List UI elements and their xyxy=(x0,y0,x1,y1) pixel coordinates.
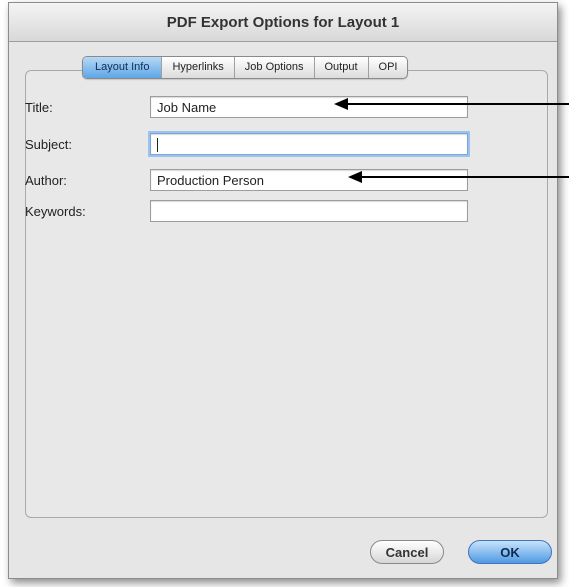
arrow-head-icon xyxy=(334,98,348,110)
annotation-arrow-author xyxy=(348,171,569,183)
ok-button[interactable]: OK xyxy=(468,540,552,564)
tab-output[interactable]: Output xyxy=(315,57,369,78)
keywords-field[interactable] xyxy=(150,200,468,222)
text-cursor xyxy=(157,138,158,152)
window-title: PDF Export Options for Layout 1 xyxy=(166,14,400,31)
tab-layout-info[interactable]: Layout Info xyxy=(83,57,163,78)
cancel-button[interactable]: Cancel xyxy=(370,540,444,564)
arrow-head-icon xyxy=(348,171,362,183)
tab-opi[interactable]: OPI xyxy=(369,57,408,78)
author-label: Author: xyxy=(25,173,67,188)
keywords-label: Keywords: xyxy=(25,204,86,219)
tab-bar: Layout Info Hyperlinks Job Options Outpu… xyxy=(82,56,409,79)
title-field[interactable]: Job Name xyxy=(150,96,468,118)
author-field[interactable]: Production Person xyxy=(150,169,468,191)
title-bar[interactable]: PDF Export Options for Layout 1 xyxy=(9,3,557,42)
subject-label: Subject: xyxy=(25,137,72,152)
pdf-export-dialog: PDF Export Options for Layout 1 Layout I… xyxy=(8,2,558,579)
tab-job-options[interactable]: Job Options xyxy=(235,57,315,78)
tab-hyperlinks[interactable]: Hyperlinks xyxy=(162,57,235,78)
subject-field[interactable] xyxy=(150,133,468,155)
title-label: Title: xyxy=(25,100,53,115)
annotation-arrow-title xyxy=(334,98,569,110)
